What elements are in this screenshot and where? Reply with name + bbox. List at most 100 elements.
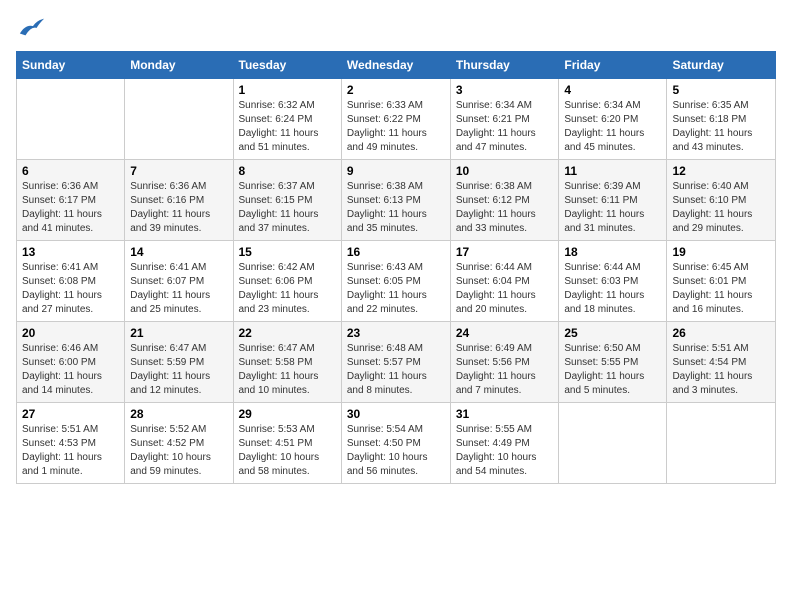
- weekday-header-monday: Monday: [125, 51, 233, 78]
- day-cell: 28Sunrise: 5:52 AM Sunset: 4:52 PM Dayli…: [125, 402, 233, 483]
- day-cell: [559, 402, 667, 483]
- day-cell: 4Sunrise: 6:34 AM Sunset: 6:20 PM Daylig…: [559, 78, 667, 159]
- day-number: 15: [239, 245, 336, 259]
- day-info: Sunrise: 6:35 AM Sunset: 6:18 PM Dayligh…: [672, 99, 770, 155]
- day-info: Sunrise: 6:47 AM Sunset: 5:58 PM Dayligh…: [239, 342, 336, 398]
- day-number: 23: [347, 326, 445, 340]
- day-info: Sunrise: 6:41 AM Sunset: 6:08 PM Dayligh…: [22, 261, 119, 317]
- day-cell: [125, 78, 233, 159]
- day-cell: 23 Sunrise: 6:48 AM Sunset: 5:57 PM Dayli…: [341, 321, 450, 402]
- day-cell: 3 Sunrise: 6:34 AM Sunset: 6:21 PM Daylig…: [450, 78, 559, 159]
- day-number: 29: [239, 407, 336, 421]
- weekday-header-wednesday: Wednesday: [341, 51, 450, 78]
- day-cell: 1Sunrise: 6:32 AM Sunset: 6:24 PM Daylig…: [233, 78, 341, 159]
- logo-line1: [16, 16, 46, 43]
- day-number: 30: [347, 407, 445, 421]
- day-info: Sunrise: 5:54 AM Sunset: 4:50 PM Dayligh…: [347, 423, 445, 479]
- day-info: Sunrise: 6:46 AM Sunset: 6:00 PM Dayligh…: [22, 342, 119, 398]
- day-number: 28: [130, 407, 227, 421]
- day-number: 25: [564, 326, 661, 340]
- day-cell: 12 Sunrise: 6:40 AM Sunset: 6:10 PM Dayli…: [667, 159, 776, 240]
- day-number: 2: [347, 83, 445, 97]
- day-number: 22: [239, 326, 336, 340]
- day-info: Sunrise: 5:51 AM Sunset: 4:53 PM Dayligh…: [22, 423, 119, 479]
- day-number: 27: [22, 407, 119, 421]
- day-number: 8: [239, 164, 336, 178]
- day-cell: 27 Sunrise: 5:51 AM Sunset: 4:53 PM Dayli…: [17, 402, 125, 483]
- day-cell: 21Sunrise: 6:47 AM Sunset: 5:59 PM Dayli…: [125, 321, 233, 402]
- day-cell: 11 Sunrise: 6:39 AM Sunset: 6:11 PM Dayli…: [559, 159, 667, 240]
- logo-bird-icon: [18, 16, 46, 38]
- day-number: 12: [672, 164, 770, 178]
- day-cell: 20 Sunrise: 6:46 AM Sunset: 6:00 PM Dayli…: [17, 321, 125, 402]
- weekday-header-friday: Friday: [559, 51, 667, 78]
- day-number: 13: [22, 245, 119, 259]
- day-info: Sunrise: 6:38 AM Sunset: 6:13 PM Dayligh…: [347, 180, 445, 236]
- day-cell: 7 Sunrise: 6:36 AM Sunset: 6:16 PM Daylig…: [125, 159, 233, 240]
- day-number: 3: [456, 83, 554, 97]
- day-info: Sunrise: 6:42 AM Sunset: 6:06 PM Dayligh…: [239, 261, 336, 317]
- day-info: Sunrise: 6:48 AM Sunset: 5:57 PM Dayligh…: [347, 342, 445, 398]
- day-number: 24: [456, 326, 554, 340]
- day-cell: 6 Sunrise: 6:36 AM Sunset: 6:17 PM Daylig…: [17, 159, 125, 240]
- day-number: 6: [22, 164, 119, 178]
- day-cell: 18Sunrise: 6:44 AM Sunset: 6:03 PM Dayli…: [559, 240, 667, 321]
- week-row-1: 1Sunrise: 6:32 AM Sunset: 6:24 PM Daylig…: [17, 78, 776, 159]
- day-info: Sunrise: 6:41 AM Sunset: 6:07 PM Dayligh…: [130, 261, 227, 317]
- week-row-4: 20 Sunrise: 6:46 AM Sunset: 6:00 PM Dayli…: [17, 321, 776, 402]
- day-number: 18: [564, 245, 661, 259]
- day-number: 26: [672, 326, 770, 340]
- day-info: Sunrise: 6:45 AM Sunset: 6:01 PM Dayligh…: [672, 261, 770, 317]
- day-cell: [667, 402, 776, 483]
- day-info: Sunrise: 6:38 AM Sunset: 6:12 PM Dayligh…: [456, 180, 554, 236]
- day-number: 4: [564, 83, 661, 97]
- day-info: Sunrise: 6:32 AM Sunset: 6:24 PM Dayligh…: [239, 99, 336, 155]
- calendar-table: SundayMondayTuesdayWednesdayThursdayFrid…: [16, 51, 776, 484]
- day-info: Sunrise: 5:53 AM Sunset: 4:51 PM Dayligh…: [239, 423, 336, 479]
- day-info: Sunrise: 6:49 AM Sunset: 5:56 PM Dayligh…: [456, 342, 554, 398]
- week-row-5: 27 Sunrise: 5:51 AM Sunset: 4:53 PM Dayli…: [17, 402, 776, 483]
- day-info: Sunrise: 6:37 AM Sunset: 6:15 PM Dayligh…: [239, 180, 336, 236]
- day-cell: 22 Sunrise: 6:47 AM Sunset: 5:58 PM Dayli…: [233, 321, 341, 402]
- day-number: 31: [456, 407, 554, 421]
- day-info: Sunrise: 6:34 AM Sunset: 6:21 PM Dayligh…: [456, 99, 554, 155]
- weekday-header-saturday: Saturday: [667, 51, 776, 78]
- day-info: Sunrise: 5:51 AM Sunset: 4:54 PM Dayligh…: [672, 342, 770, 398]
- day-info: Sunrise: 5:55 AM Sunset: 4:49 PM Dayligh…: [456, 423, 554, 479]
- weekday-header-row: SundayMondayTuesdayWednesdayThursdayFrid…: [17, 51, 776, 78]
- day-info: Sunrise: 6:36 AM Sunset: 6:16 PM Dayligh…: [130, 180, 227, 236]
- day-number: 9: [347, 164, 445, 178]
- day-info: Sunrise: 6:50 AM Sunset: 5:55 PM Dayligh…: [564, 342, 661, 398]
- day-cell: 9 Sunrise: 6:38 AM Sunset: 6:13 PM Daylig…: [341, 159, 450, 240]
- day-cell: 16Sunrise: 6:43 AM Sunset: 6:05 PM Dayli…: [341, 240, 450, 321]
- day-number: 10: [456, 164, 554, 178]
- day-number: 7: [130, 164, 227, 178]
- day-info: Sunrise: 6:39 AM Sunset: 6:11 PM Dayligh…: [564, 180, 661, 236]
- day-cell: 5Sunrise: 6:35 AM Sunset: 6:18 PM Daylig…: [667, 78, 776, 159]
- day-cell: 13 Sunrise: 6:41 AM Sunset: 6:08 PM Dayli…: [17, 240, 125, 321]
- day-info: Sunrise: 6:40 AM Sunset: 6:10 PM Dayligh…: [672, 180, 770, 236]
- day-info: Sunrise: 6:44 AM Sunset: 6:04 PM Dayligh…: [456, 261, 554, 317]
- logo: [16, 16, 46, 43]
- day-cell: 15 Sunrise: 6:42 AM Sunset: 6:06 PM Dayli…: [233, 240, 341, 321]
- day-number: 21: [130, 326, 227, 340]
- day-info: Sunrise: 6:33 AM Sunset: 6:22 PM Dayligh…: [347, 99, 445, 155]
- day-cell: 8 Sunrise: 6:37 AM Sunset: 6:15 PM Daylig…: [233, 159, 341, 240]
- day-cell: 24 Sunrise: 6:49 AM Sunset: 5:56 PM Dayli…: [450, 321, 559, 402]
- day-number: 19: [672, 245, 770, 259]
- day-info: Sunrise: 6:36 AM Sunset: 6:17 PM Dayligh…: [22, 180, 119, 236]
- day-cell: [17, 78, 125, 159]
- day-cell: 14 Sunrise: 6:41 AM Sunset: 6:07 PM Dayli…: [125, 240, 233, 321]
- day-cell: 29 Sunrise: 5:53 AM Sunset: 4:51 PM Dayli…: [233, 402, 341, 483]
- day-cell: 31 Sunrise: 5:55 AM Sunset: 4:49 PM Dayli…: [450, 402, 559, 483]
- week-row-3: 13 Sunrise: 6:41 AM Sunset: 6:08 PM Dayli…: [17, 240, 776, 321]
- day-number: 11: [564, 164, 661, 178]
- day-cell: 25 Sunrise: 6:50 AM Sunset: 5:55 PM Dayli…: [559, 321, 667, 402]
- day-cell: 10 Sunrise: 6:38 AM Sunset: 6:12 PM Dayli…: [450, 159, 559, 240]
- day-number: 16: [347, 245, 445, 259]
- day-number: 14: [130, 245, 227, 259]
- day-number: 20: [22, 326, 119, 340]
- weekday-header-thursday: Thursday: [450, 51, 559, 78]
- day-cell: 17Sunrise: 6:44 AM Sunset: 6:04 PM Dayli…: [450, 240, 559, 321]
- day-cell: 19 Sunrise: 6:45 AM Sunset: 6:01 PM Dayli…: [667, 240, 776, 321]
